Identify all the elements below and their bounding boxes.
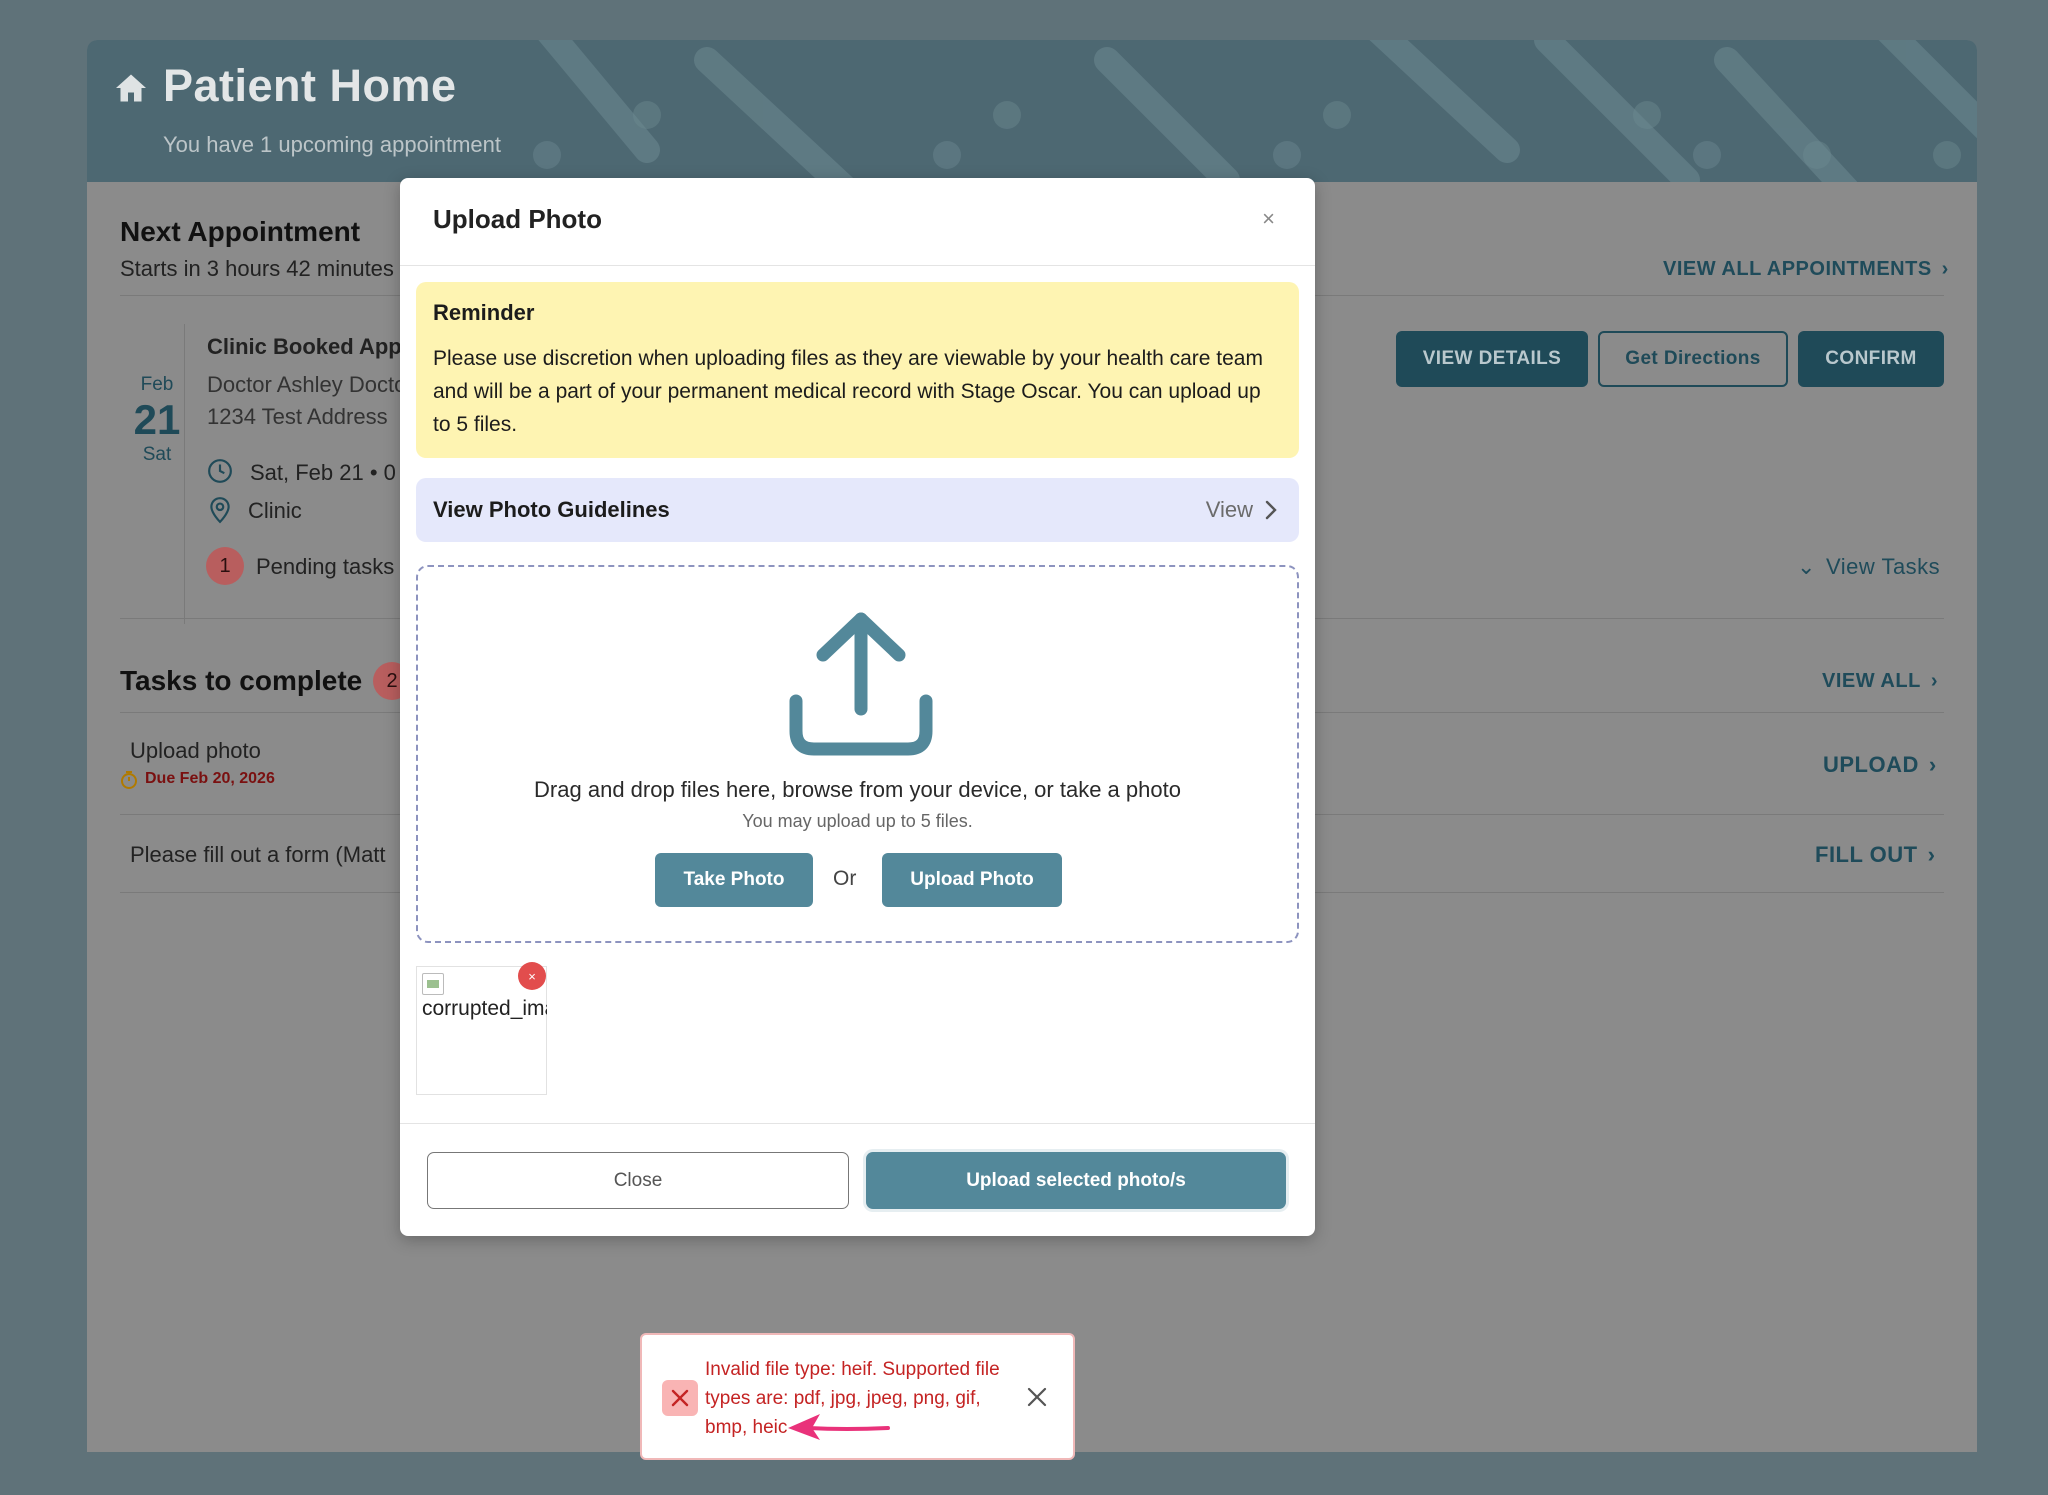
appointment-datetime: Sat, Feb 21 • 0 xyxy=(250,460,396,485)
upload-photo-modal: Upload Photo × Reminder Please use discr… xyxy=(400,178,1315,1236)
page-header: Patient Home You have 1 upcoming appoint… xyxy=(87,40,1977,182)
modal-header: Upload Photo × xyxy=(400,178,1315,266)
task-title: Please fill out a form (Matt xyxy=(130,842,386,867)
upload-icon xyxy=(789,612,933,756)
timer-icon xyxy=(121,771,137,789)
chevron-down-icon: ⌄ xyxy=(1797,554,1816,579)
photo-guidelines-row[interactable]: View Photo Guidelines View xyxy=(416,478,1299,542)
appointment-location-type: Clinic xyxy=(248,498,302,523)
location-pin-icon xyxy=(210,497,230,524)
view-tasks-label: View Tasks xyxy=(1825,554,1941,579)
get-directions-button[interactable]: Get Directions xyxy=(1598,331,1788,387)
chevron-right-icon: › xyxy=(1928,752,1937,777)
fill-out-task-link[interactable]: FILL OUT › xyxy=(1815,842,1935,868)
or-label: Or xyxy=(833,867,857,890)
page-subtitle: You have 1 upcoming appointment xyxy=(163,132,501,157)
appointment-doctor: Doctor Ashley Doctor xyxy=(207,372,414,397)
photo-guidelines-view[interactable]: View xyxy=(1206,497,1277,523)
file-name: corrupted_image.heif xyxy=(422,997,547,1020)
annotation-arrow-icon xyxy=(788,1414,890,1440)
reminder-body: Please use discretion when uploading fil… xyxy=(433,347,1263,436)
chevron-right-icon: › xyxy=(1930,670,1938,692)
upload-selected-button[interactable]: Upload selected photo/s xyxy=(866,1152,1286,1209)
next-appointment-heading: Next Appointment xyxy=(120,216,361,247)
vertical-divider xyxy=(184,324,185,624)
fill-out-task-label: FILL OUT xyxy=(1815,842,1918,867)
chevron-right-icon: › xyxy=(1927,842,1936,867)
appointment-address: 1234 Test Address xyxy=(207,404,388,429)
clock-icon xyxy=(208,459,232,483)
view-all-appointments-label: VIEW ALL APPOINTMENTS xyxy=(1663,258,1932,280)
view-all-appointments-link[interactable]: VIEW ALL APPOINTMENTS › xyxy=(1663,258,1949,281)
home-icon xyxy=(116,74,146,102)
view-all-tasks-label: VIEW ALL xyxy=(1822,670,1921,692)
view-tasks-toggle[interactable]: ⌄ View Tasks xyxy=(1797,554,1940,580)
reminder-title: Reminder xyxy=(433,300,535,325)
close-icon[interactable] xyxy=(1025,1385,1049,1409)
modal-title: Upload Photo xyxy=(433,204,602,234)
error-icon xyxy=(662,1380,698,1416)
appointment-countdown: Starts in 3 hours 42 minutes xyxy=(120,256,394,281)
date-month: Feb xyxy=(140,374,174,395)
tasks-heading: Tasks to complete xyxy=(120,665,363,696)
broken-image-icon xyxy=(422,973,444,995)
task-due-date: Due Feb 20, 2026 xyxy=(145,770,275,787)
remove-file-icon[interactable]: × xyxy=(518,962,546,990)
chevron-right-icon xyxy=(1265,500,1277,520)
pending-count-badge: 1 xyxy=(206,547,244,585)
photo-guidelines-label: View Photo Guidelines xyxy=(433,497,670,522)
date-weekday: Sat xyxy=(142,444,172,465)
upload-task-link[interactable]: UPLOAD › xyxy=(1823,752,1937,778)
dropzone-limit: You may upload up to 5 files. xyxy=(742,811,973,831)
guidelines-view-label: View xyxy=(1205,497,1253,522)
page-title: Patient Home xyxy=(163,60,457,111)
chevron-right-icon: › xyxy=(1941,258,1949,280)
pending-tasks-label: Pending tasks xyxy=(256,554,395,579)
appointment-date: Feb 21 Sat xyxy=(117,332,197,466)
file-dropzone[interactable]: Drag and drop files here, browse from yo… xyxy=(416,565,1299,943)
view-all-tasks-link[interactable]: VIEW ALL › xyxy=(1822,670,1938,693)
upload-photo-button[interactable]: Upload Photo xyxy=(882,853,1062,907)
confirm-button[interactable]: CONFIRM xyxy=(1798,331,1944,387)
task-title: Upload photo xyxy=(130,738,261,763)
modal-footer-divider xyxy=(400,1123,1315,1124)
upload-task-label: UPLOAD xyxy=(1823,752,1919,777)
dropzone-instructions: Drag and drop files here, browse from yo… xyxy=(534,777,1181,802)
take-photo-button[interactable]: Take Photo xyxy=(655,853,813,907)
close-icon[interactable]: × xyxy=(1262,206,1275,232)
close-button[interactable]: Close xyxy=(427,1152,849,1209)
date-day: 21 xyxy=(133,396,181,443)
view-details-button[interactable]: VIEW DETAILS xyxy=(1396,331,1588,387)
reminder-banner: Reminder Please use discretion when uplo… xyxy=(416,282,1299,458)
